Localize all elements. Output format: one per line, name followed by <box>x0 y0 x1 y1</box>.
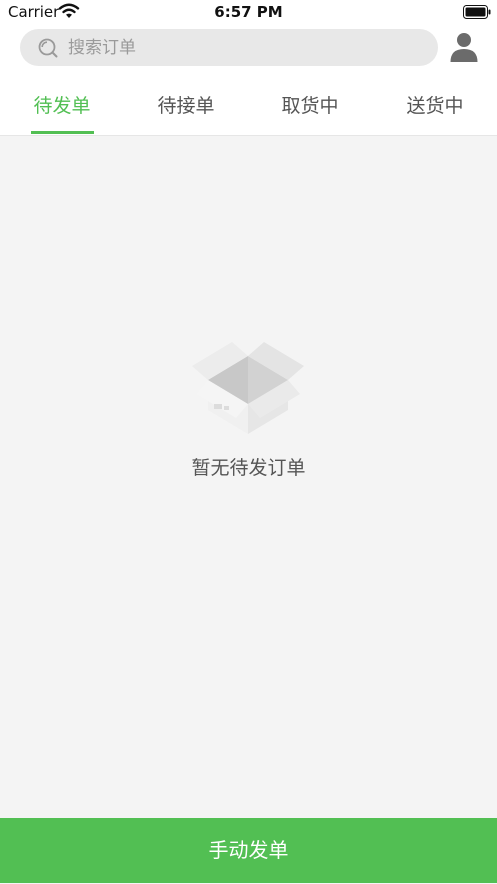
tab-pending-dispatch[interactable]: 待发单 <box>0 80 124 134</box>
empty-state-message: 暂无待发订单 <box>191 457 306 479</box>
battery-icon <box>463 5 491 19</box>
clock: 6:57 PM <box>214 3 283 21</box>
header: 待发单 待接单 取货中 送货中 <box>0 24 497 136</box>
manual-dispatch-button[interactable]: 手动发单 <box>0 818 497 883</box>
tab-picking-up[interactable]: 取货中 <box>248 80 372 134</box>
header-divider <box>0 135 497 136</box>
tab-delivering[interactable]: 送货中 <box>373 80 497 134</box>
tab-bar: 待发单 待接单 取货中 送货中 <box>0 80 497 134</box>
tab-pending-accept[interactable]: 待接单 <box>124 80 248 134</box>
active-tab-indicator <box>31 131 94 134</box>
user-icon[interactable] <box>448 31 480 63</box>
status-bar: Carrier 6:57 PM <box>0 0 497 24</box>
search-input[interactable] <box>68 29 408 66</box>
search-bar[interactable] <box>20 29 438 66</box>
empty-box-icon <box>192 342 304 434</box>
search-icon <box>38 38 58 58</box>
